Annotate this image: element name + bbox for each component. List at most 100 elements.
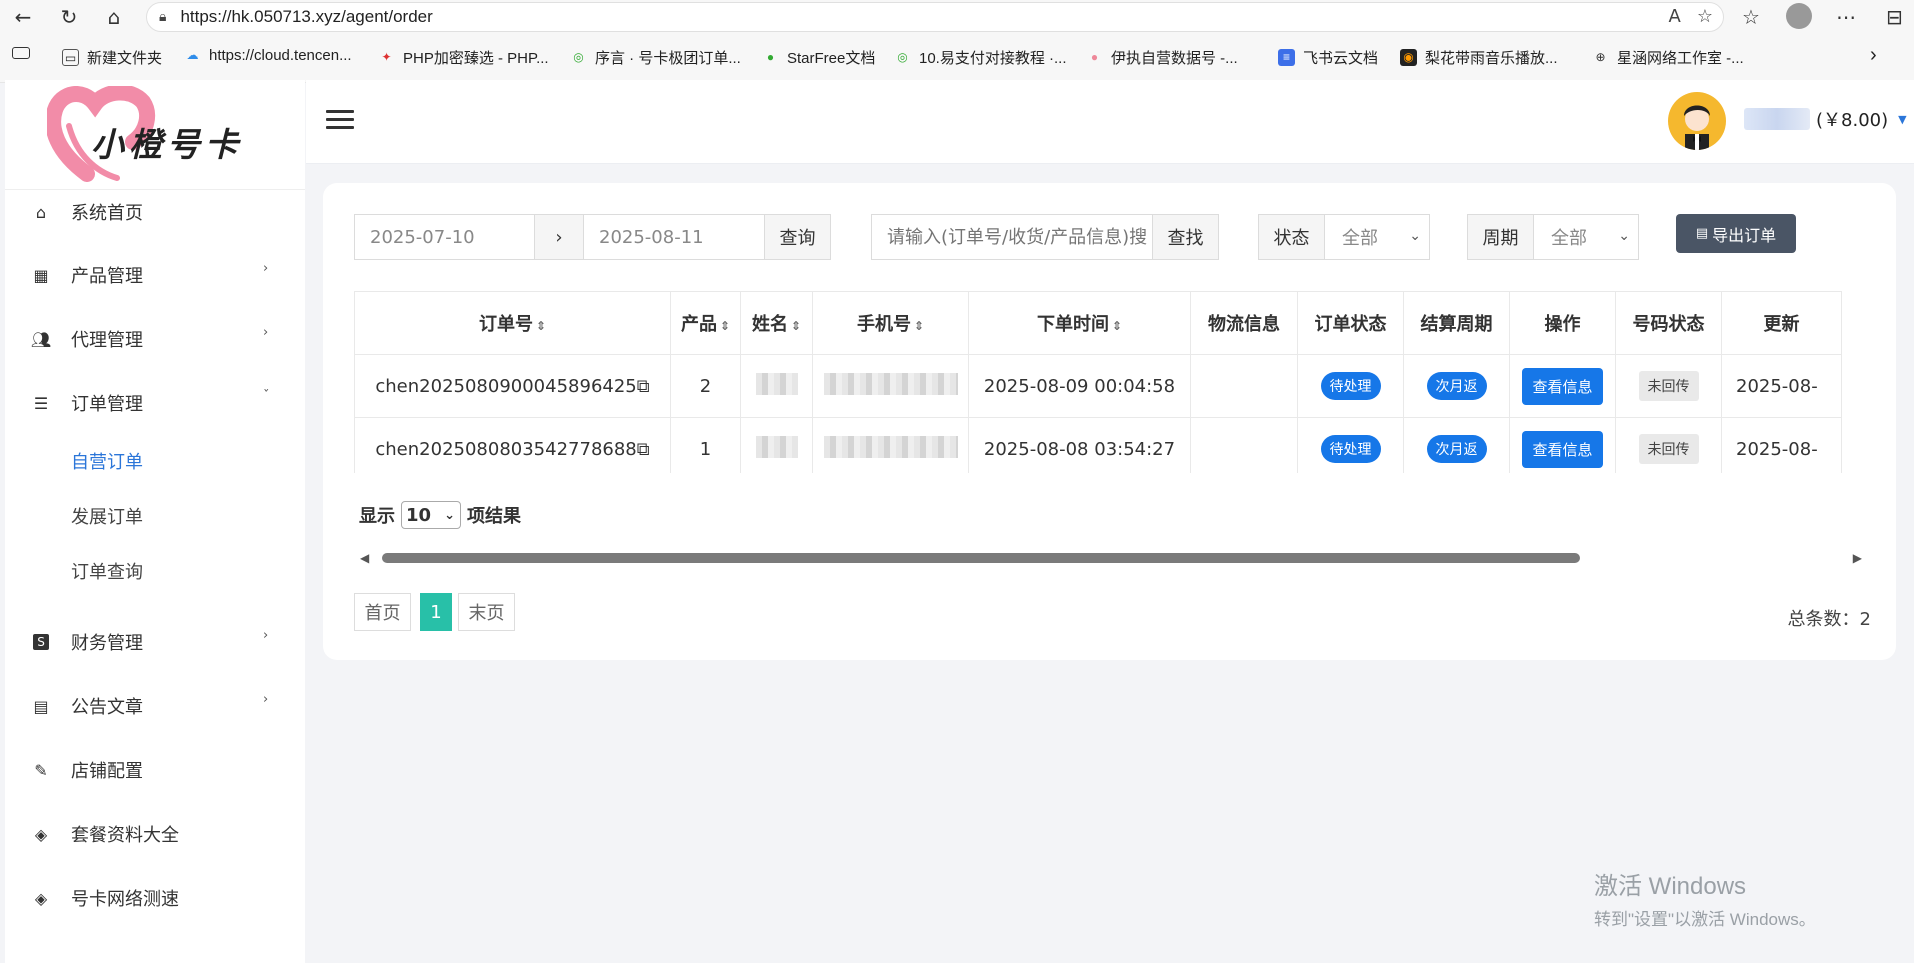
top-header: (￥8.00) ▼ xyxy=(306,80,1914,164)
bookmark-item[interactable]: ▭ 新建文件夹 xyxy=(62,47,162,68)
sort-icon: ⇕ xyxy=(913,319,925,333)
name-cell-redacted xyxy=(740,354,813,418)
order-number-cell: chen2025080900045896425⧉ xyxy=(354,354,671,418)
logo: 小橙号卡 xyxy=(5,80,305,190)
page-1-button[interactable]: 1 xyxy=(420,593,452,631)
favorites-icon[interactable]: ☆ xyxy=(1742,5,1760,29)
sidebar-item-articles[interactable]: ▤ 公告文章 › xyxy=(5,686,305,726)
settle-period-cell: 次月返 xyxy=(1403,354,1510,418)
sidebar-item-agents[interactable]: 👥︎ 代理管理 › xyxy=(5,319,305,359)
sidebar-item-store-config[interactable]: ✎ 店铺配置 xyxy=(5,750,305,790)
col-product[interactable]: 产品 ⇕ xyxy=(670,291,741,355)
username-redacted xyxy=(1744,108,1810,130)
bookmark-item[interactable]: ≡ 飞书云文档 xyxy=(1278,47,1378,68)
product-cell: 2 xyxy=(670,354,741,418)
lock-icon: 🔒︎ xyxy=(159,9,167,25)
sidebar-item-orders[interactable]: ☰ 订单管理 ˇ xyxy=(5,383,305,423)
user-menu[interactable]: (￥8.00) ▼ xyxy=(1744,106,1907,132)
url-text[interactable]: https://hk.050713.xyz/agent/order xyxy=(180,7,432,27)
col-name[interactable]: 姓名 ⇕ xyxy=(740,291,813,355)
bookmark-item[interactable]: ◎ 10.易支付对接教程 ·... xyxy=(894,47,1066,68)
refresh-icon[interactable]: ↻ xyxy=(52,0,86,34)
sidebar-subitem-order-query[interactable]: 订单查询 xyxy=(71,558,143,584)
status-badge: 待处理 xyxy=(1320,372,1381,400)
sidebar-subitem-dev-orders[interactable]: 发展订单 xyxy=(71,503,143,529)
logistics-cell xyxy=(1190,417,1298,473)
last-page-button[interactable]: 末页 xyxy=(458,593,515,631)
logo-text: 小橙号卡 xyxy=(91,125,243,164)
number-status-badge: 未回传 xyxy=(1638,434,1699,464)
col-number-status: 号码状态 xyxy=(1615,291,1722,355)
order-status-cell: 待处理 xyxy=(1297,417,1404,473)
home-icon: ⌂ xyxy=(35,202,47,222)
number-status-cell: 未回传 xyxy=(1615,417,1722,473)
bookmark-item[interactable]: ◉ 梨花带雨音乐播放... xyxy=(1400,47,1558,68)
col-order-no[interactable]: 订单号 ⇕ xyxy=(354,291,671,355)
copy-icon[interactable]: ⧉ xyxy=(637,376,650,397)
grid-icon: ▦ xyxy=(33,265,49,285)
sidebar-toggle-icon[interactable]: ⊟ xyxy=(1886,5,1903,29)
home-browser-icon[interactable]: ⌂ xyxy=(97,0,131,34)
sort-icon: ⇕ xyxy=(1111,319,1123,333)
view-info-button[interactable]: 查看信息 xyxy=(1522,430,1603,468)
updated-cell: 2025-08- xyxy=(1721,417,1842,473)
sidebar-subitem-self-orders[interactable]: 自营订单 xyxy=(71,448,143,474)
bookmark-item[interactable]: ● StarFree文档 xyxy=(762,47,875,68)
bookmarks-bar: ▭ 新建文件夹 ☁ https://cloud.tencen... ✦ PHP加密臻选… xyxy=(0,34,1914,83)
table-viewport: 订单号 ⇕ 产品 ⇕ 姓名 ⇕ 手机号 ⇕ 下单时间 ⇕ 物流信息 订单状态 结算周期 操… xyxy=(323,183,1865,473)
col-logistics: 物流信息 xyxy=(1190,291,1298,355)
scrollbar-thumb[interactable] xyxy=(382,553,1580,563)
horizontal-scrollbar[interactable]: ◀ ▶ xyxy=(354,549,1866,567)
address-bar[interactable]: 🔒︎ https://hk.050713.xyz/agent/order A ☆ xyxy=(146,2,1724,32)
order-number-cell: chen2025080803542778688⧉ xyxy=(354,417,671,473)
scroll-right-icon[interactable]: ▶ xyxy=(1853,551,1862,565)
col-order-status: 订单状态 xyxy=(1297,291,1404,355)
sort-icon: ⇕ xyxy=(790,319,802,333)
article-icon: ▤ xyxy=(33,696,49,716)
users-icon: 👥︎ xyxy=(30,329,52,349)
compass-icon: ◈ xyxy=(34,824,48,844)
bookmark-item[interactable]: ● 伊执自营数据号 -... xyxy=(1086,47,1238,68)
windows-activation-watermark: 激活 Windows 转到"设置"以激活 Windows。 xyxy=(1594,873,1816,929)
phone-cell-redacted xyxy=(812,354,969,418)
bookmark-item[interactable]: ✦ PHP加密臻选 - PHP... xyxy=(378,47,548,68)
bookmark-item[interactable]: ☁ https://cloud.tencen... xyxy=(184,47,352,64)
period-badge: 次月返 xyxy=(1426,372,1487,400)
bookmark-item[interactable]: ⊕ 星涵网络工作室 -... xyxy=(1592,47,1743,68)
avatar[interactable] xyxy=(1668,92,1726,150)
more-icon[interactable]: ⋯ xyxy=(1836,5,1856,29)
view-info-button[interactable]: 查看信息 xyxy=(1522,367,1603,405)
logistics-cell xyxy=(1190,354,1298,418)
compass-icon: ◈ xyxy=(34,888,48,908)
sidebar-item-finance[interactable]: S 财务管理 › xyxy=(5,622,305,662)
favorite-star-icon[interactable]: ☆ xyxy=(1697,6,1713,27)
action-cell: 查看信息 xyxy=(1509,354,1616,418)
sidebar-item-plans[interactable]: ◈ 套餐资料大全 xyxy=(5,814,305,854)
sidebar-item-speedtest[interactable]: ◈ 号卡网络测速 xyxy=(5,878,305,918)
col-phone[interactable]: 手机号 ⇕ xyxy=(812,291,969,355)
table-row: chen2025080900045896425⧉ 2 2025-08-09 00… xyxy=(354,354,1842,418)
read-aloud-icon[interactable]: A xyxy=(1669,6,1681,27)
profile-icon[interactable] xyxy=(1786,3,1812,29)
sidebar: 小橙号卡 ⌂ 系统首页 ▦ 产品管理 › 👥︎ 代理管理 › ☰ 订单管理 ˇ … xyxy=(5,80,305,963)
scroll-left-icon[interactable]: ◀ xyxy=(360,551,369,565)
sidebar-item-products[interactable]: ▦ 产品管理 › xyxy=(5,255,305,295)
hamburger-menu-icon[interactable] xyxy=(326,110,354,130)
name-cell-redacted xyxy=(740,417,813,473)
bookmark-item[interactable]: ◎ 序言 · 号卡极团订单... xyxy=(570,47,741,68)
chevron-right-icon: › xyxy=(263,261,269,276)
copy-icon[interactable]: ⧉ xyxy=(637,439,650,460)
bookmarks-menu-icon[interactable] xyxy=(12,47,30,59)
back-icon[interactable]: ← xyxy=(6,0,40,34)
sidebar-item-home[interactable]: ⌂ 系统首页 xyxy=(5,192,305,232)
first-page-button[interactable]: 首页 xyxy=(354,593,411,631)
order-time-cell: 2025-08-09 00:04:58 xyxy=(968,354,1191,418)
number-status-badge: 未回传 xyxy=(1638,371,1699,401)
store-config-icon: ✎ xyxy=(34,760,48,780)
list-icon: ☰ xyxy=(33,393,49,413)
page-size-select[interactable]: 10 ⌄ xyxy=(401,501,461,529)
action-cell: 查看信息 xyxy=(1509,417,1616,473)
col-order-time[interactable]: 下单时间 ⇕ xyxy=(968,291,1191,355)
chevron-right-icon[interactable]: › xyxy=(1870,44,1877,67)
settle-period-cell: 次月返 xyxy=(1403,417,1510,473)
